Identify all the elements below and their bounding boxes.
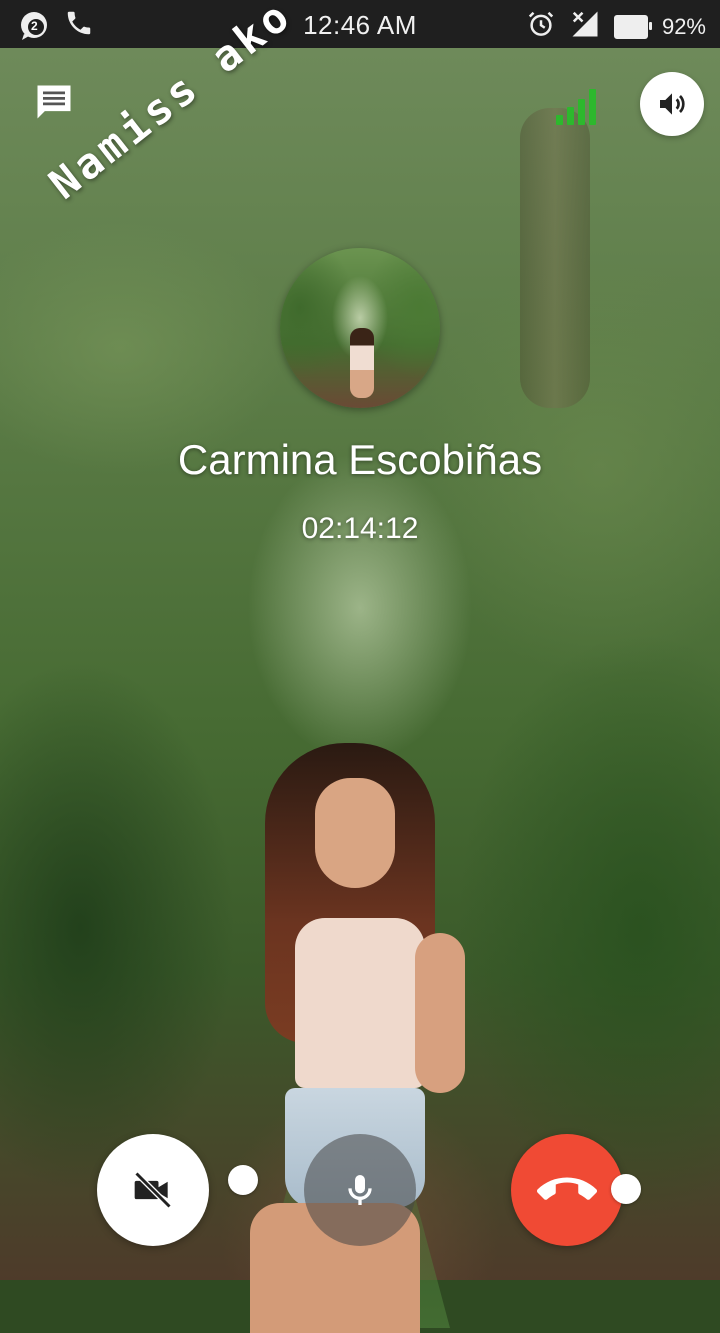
person-face: [315, 778, 395, 888]
video-background: [0, 48, 720, 1333]
speaker-button[interactable]: [640, 72, 704, 136]
mute-button[interactable]: [304, 1134, 416, 1246]
video-off-icon: [134, 1171, 172, 1209]
avatar-person: [350, 328, 374, 398]
status-bar: 2 12:46 AM 92%: [0, 0, 720, 48]
signal-off-icon: [570, 9, 600, 45]
video-toggle-button[interactable]: [97, 1134, 209, 1246]
caller-avatar: [280, 248, 440, 408]
drag-dot: [611, 1174, 641, 1204]
battery-percent: 92%: [661, 14, 706, 39]
drag-dot: [228, 1165, 258, 1195]
signal-strength-icon: [556, 85, 600, 125]
call-timer: 02:14:12: [301, 512, 419, 545]
speaker-icon: [660, 93, 685, 115]
caller-name: Carmina Escobiñas: [177, 436, 543, 483]
alarm-icon: [526, 9, 556, 45]
mic-icon: [348, 1175, 372, 1205]
tree-trunk: [520, 108, 590, 408]
battery-icon: [613, 15, 652, 39]
end-call-icon: [537, 1177, 597, 1200]
message-icon: [37, 85, 71, 119]
person-arm: [415, 933, 465, 1093]
end-call-button[interactable]: [511, 1134, 623, 1246]
status-bar-right: 92%: [526, 9, 706, 45]
message-button[interactable]: [32, 80, 76, 124]
person-top: [295, 918, 425, 1088]
